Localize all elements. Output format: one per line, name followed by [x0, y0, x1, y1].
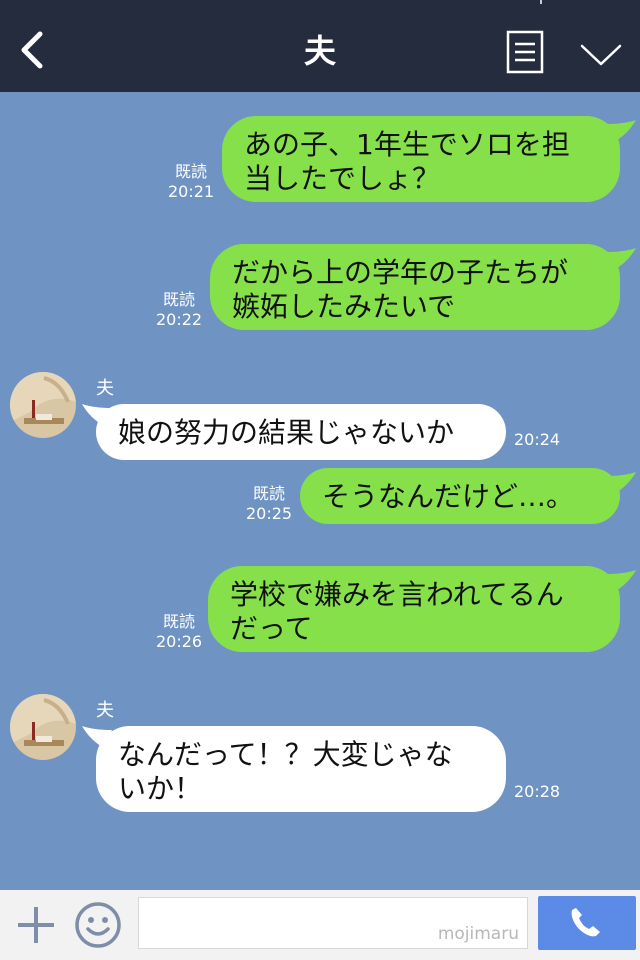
outgoing-message-bubble[interactable]: そうなんだけど…。 [300, 468, 620, 524]
timestamp: 20:28 [514, 782, 561, 801]
bubble-tail [606, 248, 636, 270]
chat-title: 夫 [303, 32, 336, 70]
read-receipt: 既読 [162, 612, 195, 631]
message-meta: 既読 20:26 [156, 612, 202, 652]
timestamp: 20:24 [514, 430, 561, 449]
outgoing-message-bubble[interactable]: だから上の学年の子たちが 嫉妬したみたいで [210, 244, 620, 330]
outgoing-message-bubble[interactable]: 学校で嫌みを言われてるん だって [208, 566, 620, 652]
sender-name: 夫 [96, 700, 114, 721]
incoming-message-bubble[interactable]: 娘の努力の結果じゃないか [96, 404, 506, 460]
smiley-icon [75, 902, 121, 948]
read-receipt: 既読 [174, 162, 207, 181]
message-meta: 既読 20:21 [168, 162, 214, 202]
menu-button[interactable] [506, 30, 544, 74]
phone-icon [571, 908, 600, 937]
incoming-message-bubble[interactable]: なんだって！？大変じゃな いか！ [96, 726, 506, 812]
status-bar-mark [540, 0, 542, 4]
message-meta: 既読 20:25 [246, 484, 292, 524]
message-list[interactable]: 既読 20:21 あの子、1年生でソロを担 当したでしょ？ 既読 20:22 だ… [0, 92, 640, 890]
call-button[interactable] [538, 896, 636, 950]
avatar[interactable] [10, 694, 76, 760]
bubble-tail [606, 570, 636, 592]
bubble-tail [606, 472, 636, 494]
read-receipt: 既読 [252, 484, 285, 503]
sender-name: 夫 [96, 378, 114, 399]
timestamp: 20:26 [156, 632, 203, 651]
watermark: mojimaru [437, 924, 519, 944]
read-receipt: 既読 [162, 290, 195, 309]
attach-button[interactable] [14, 903, 58, 947]
timestamp: 20:21 [168, 182, 215, 201]
back-button[interactable] [14, 28, 54, 72]
plus-icon [18, 907, 54, 943]
timestamp: 20:22 [156, 310, 203, 329]
avatar[interactable] [10, 372, 76, 438]
timestamp: 20:25 [246, 504, 293, 523]
list-icon [506, 30, 544, 74]
message-input[interactable]: mojimaru [138, 897, 528, 949]
chevron-left-icon [21, 31, 43, 69]
outgoing-message-bubble[interactable]: あの子、1年生でソロを担 当したでしょ？ [222, 116, 620, 202]
expand-button[interactable] [578, 40, 624, 70]
emoji-button[interactable] [74, 901, 122, 949]
chevron-down-icon [580, 44, 622, 66]
avatar-image [10, 372, 76, 438]
bubble-tail [606, 120, 636, 142]
avatar-image [10, 694, 76, 760]
chat-header: 夫 [0, 0, 640, 92]
message-meta: 既読 20:22 [156, 290, 202, 330]
